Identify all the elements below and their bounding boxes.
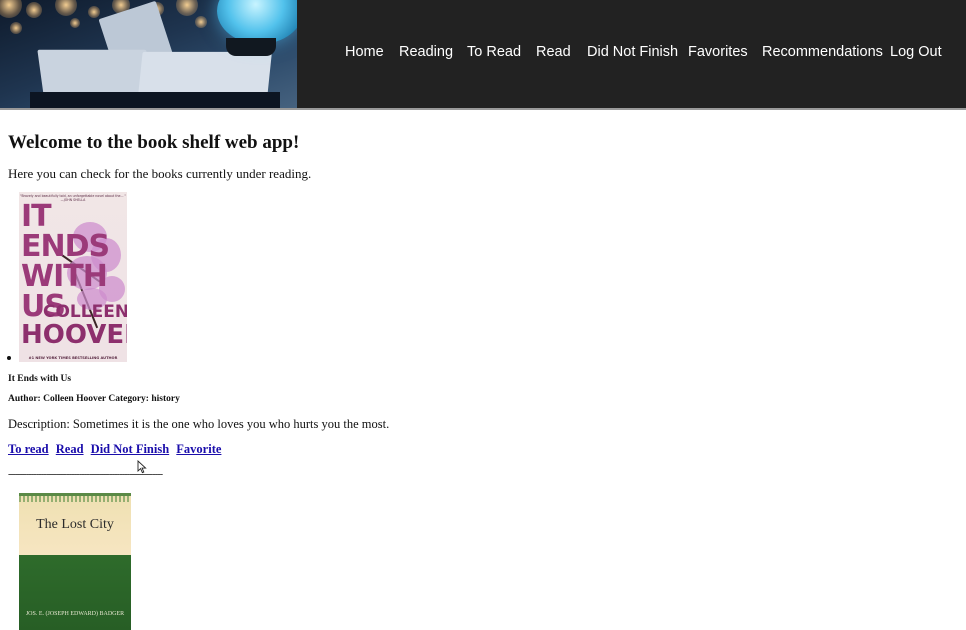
read-link[interactable]: Read: [56, 442, 84, 456]
favorite-link[interactable]: Favorite: [176, 442, 221, 456]
to-read-link[interactable]: To read: [8, 442, 49, 456]
nav-log-out-link[interactable]: Log Out: [890, 44, 942, 60]
book-author-category: Author: Colleen Hoover Category: history: [8, 394, 180, 404]
nav-did-not-finish-link[interactable]: Did Not Finish: [587, 44, 678, 60]
nav-favorites-link[interactable]: Favorites: [688, 44, 748, 60]
cover-author: JOS. E. (JOSEPH EDWARD) BADGER: [25, 611, 125, 617]
did-not-finish-link[interactable]: Did Not Finish: [91, 442, 170, 456]
page-title: Welcome to the book shelf web app!: [8, 132, 300, 153]
cover-title: The Lost City: [36, 517, 114, 532]
book-title: It Ends with Us: [8, 374, 72, 384]
nav-reading-link[interactable]: Reading: [399, 44, 453, 60]
intro-text: Here you can check for the books current…: [8, 166, 312, 181]
cover-author: COLLEEN HOOVER: [21, 302, 127, 350]
nav-to-read-link[interactable]: To Read: [467, 44, 521, 60]
main-nav: Home Reading To Read Read Did Not Finish…: [297, 0, 966, 108]
book-description: Description: Sometimes it is the one who…: [8, 417, 390, 431]
book-cover-it-ends-with-us: "Bravely and beautifully told, an unforg…: [19, 192, 127, 362]
main-content: Welcome to the book shelf web app! Here …: [0, 110, 966, 630]
site-header: Home Reading To Read Read Did Not Finish…: [0, 0, 966, 110]
book-cover-the-lost-city: The Lost City JOS. E. (JOSEPH EDWARD) BA…: [19, 493, 131, 630]
nav-recommendations-link[interactable]: Recommendations: [762, 44, 883, 60]
book-actions: To read Read Did Not Finish Favorite: [8, 442, 225, 457]
book-separator: ----------------------------------------…: [8, 469, 163, 480]
list-bullet: [7, 356, 11, 360]
banner-image: [0, 0, 297, 108]
nav-read-link[interactable]: Read: [536, 44, 571, 60]
nav-home-link[interactable]: Home: [345, 44, 384, 60]
cover-bottom-text: #1 NEW YORK TIMES BESTSELLING AUTHOR: [28, 356, 118, 360]
